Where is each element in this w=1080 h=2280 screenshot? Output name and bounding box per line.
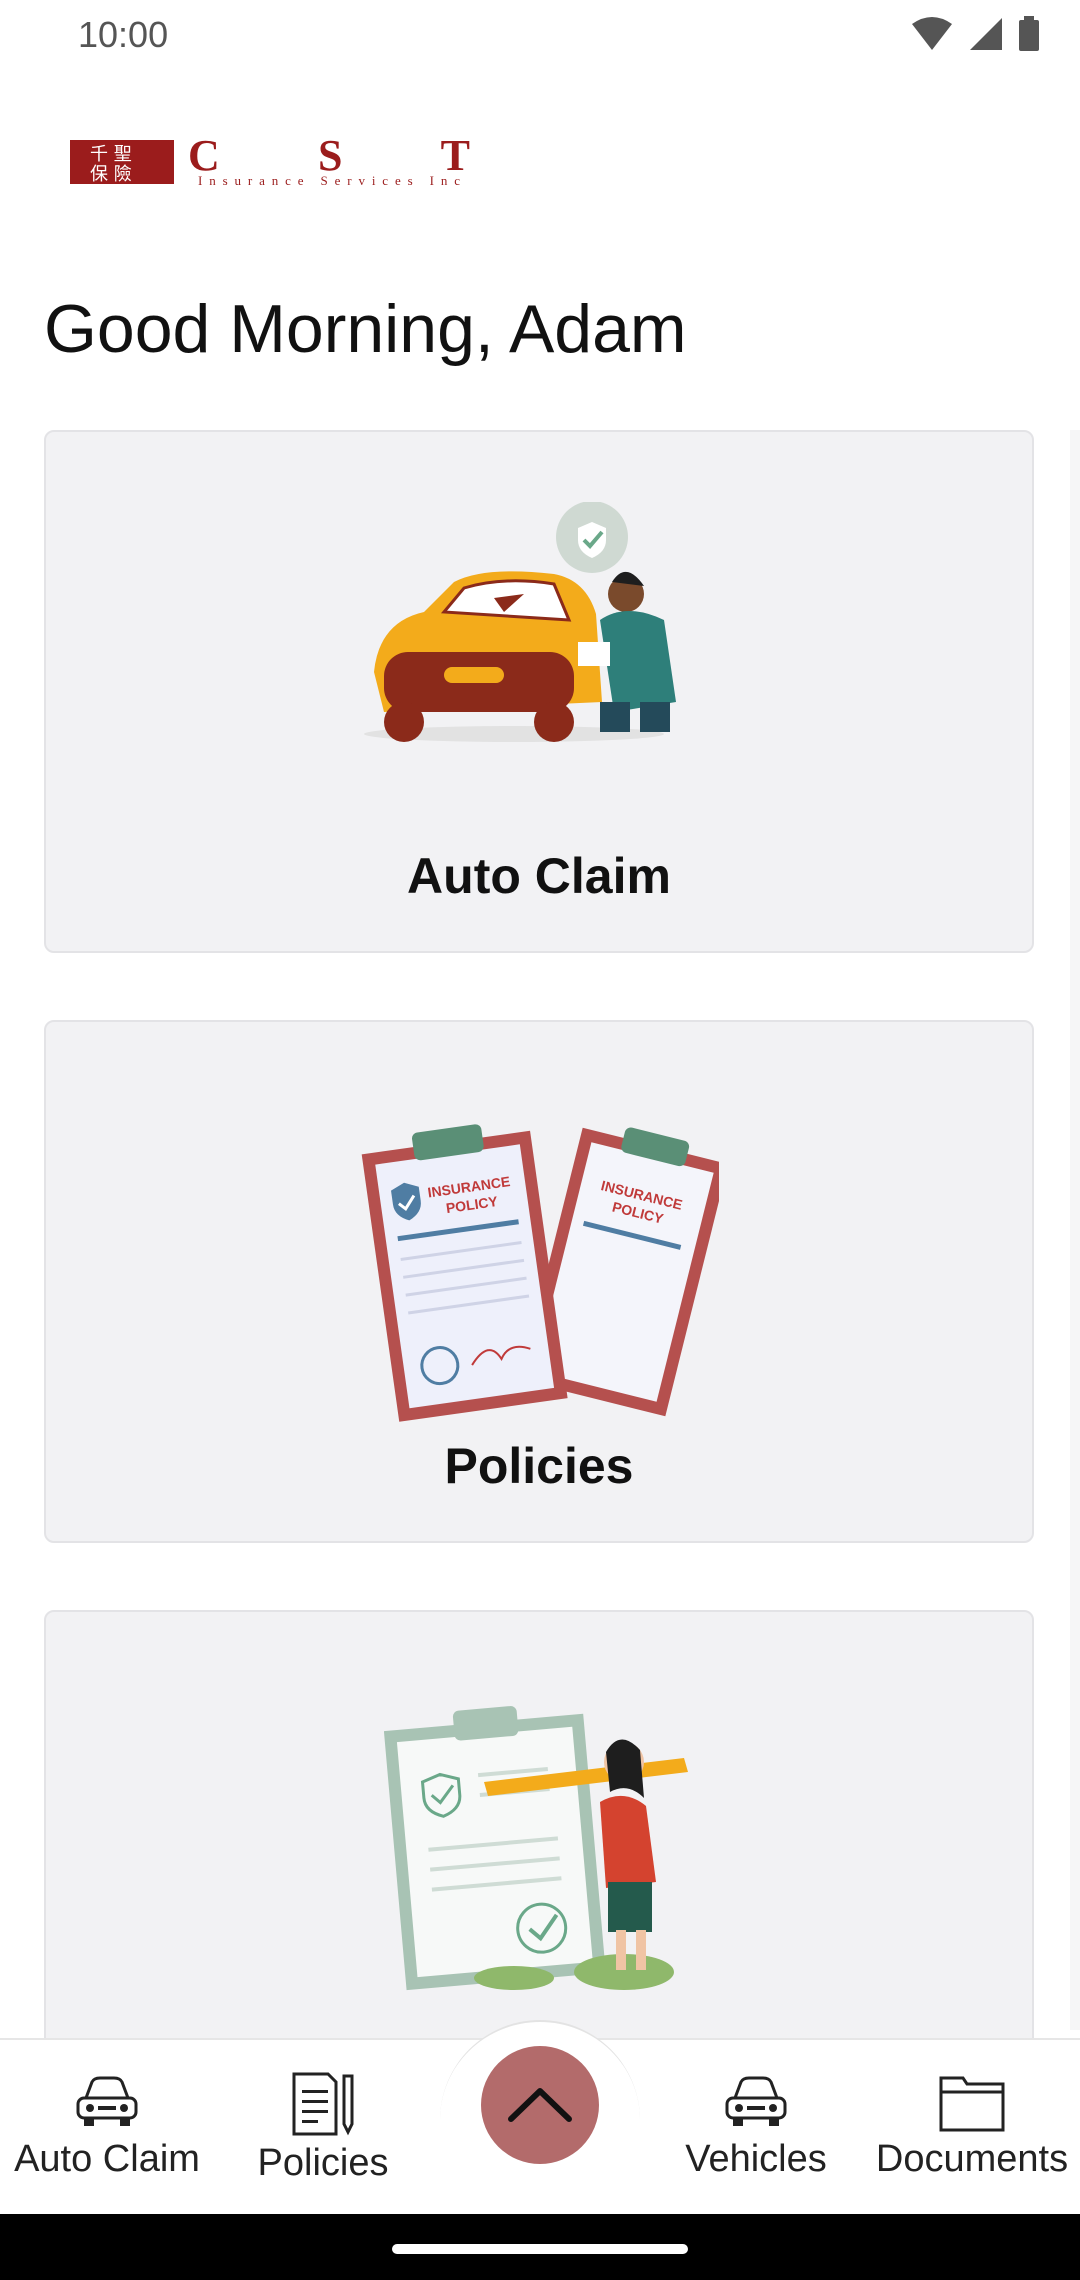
- expand-menu-button[interactable]: [481, 2046, 599, 2164]
- auto-claim-label: Auto Claim: [407, 848, 671, 904]
- car-icon: [76, 2076, 138, 2126]
- car-icon: [725, 2076, 787, 2126]
- svg-text:CST: CST: [188, 138, 470, 180]
- status-time: 10:00: [78, 14, 169, 55]
- signal-icon: [970, 18, 1002, 50]
- policies-card[interactable]: INSURANCE POLICY INSURANCE POLICY Polici…: [44, 1020, 1034, 1543]
- status-icons: [910, 14, 1040, 54]
- status-bar: 10:00: [0, 0, 1080, 70]
- nav-auto-claim[interactable]: Auto Claim: [2, 2072, 212, 2181]
- nav-vehicles[interactable]: Vehicles: [651, 2072, 861, 2181]
- folder-icon: [939, 2076, 1005, 2132]
- nav-documents-label: Documents: [875, 2138, 1069, 2180]
- car-claim-illustration: [364, 502, 676, 742]
- nav-policies[interactable]: Policies: [218, 2072, 428, 2185]
- scroll-edge: [1070, 430, 1080, 2030]
- battery-icon: [1019, 16, 1039, 51]
- policies-label: Policies: [444, 1438, 634, 1494]
- greeting-title: Good Morning, Adam: [44, 291, 687, 367]
- document-pen-icon: [292, 2072, 354, 2136]
- auto-claim-card[interactable]: Auto Claim: [44, 430, 1034, 953]
- wifi-icon: [912, 17, 952, 50]
- nav-vehicles-label: Vehicles: [685, 2138, 827, 2180]
- company-logo: 千 聖 保 險 CST Insurance Services Inc: [70, 138, 470, 188]
- svg-text:保 險: 保 險: [90, 164, 132, 185]
- home-gesture-handle[interactable]: [392, 2244, 688, 2254]
- checklist-illustration: [384, 1706, 688, 1991]
- svg-text:千 聖: 千 聖: [90, 144, 132, 165]
- nav-policies-label: Policies: [257, 2142, 389, 2184]
- insurance-policy-illustration: INSURANCE POLICY INSURANCE POLICY: [361, 1124, 719, 1422]
- nav-auto-claim-label: Auto Claim: [14, 2138, 200, 2180]
- nav-documents[interactable]: Documents: [867, 2072, 1077, 2181]
- system-gesture-bar: [0, 2214, 1080, 2280]
- chevron-up-icon: [508, 2088, 572, 2122]
